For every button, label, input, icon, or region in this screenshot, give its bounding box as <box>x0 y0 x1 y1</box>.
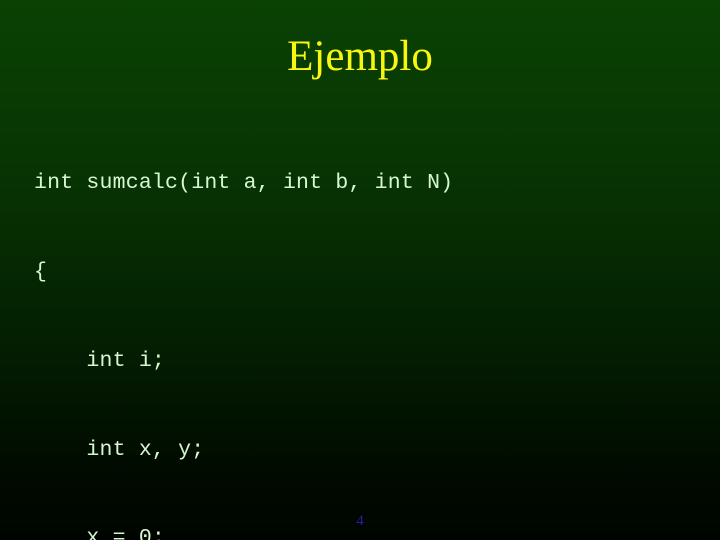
code-listing: int sumcalc(int a, int b, int N) { int i… <box>34 110 694 540</box>
code-line: int i; <box>34 348 166 373</box>
code-line: { <box>34 259 48 284</box>
presentation-slide: Ejemplo int sumcalc(int a, int b, int N)… <box>0 0 720 540</box>
page-title: Ejemplo <box>287 33 433 80</box>
slide-number: 4 <box>356 513 364 529</box>
code-line: int sumcalc(int a, int b, int N) <box>34 171 454 196</box>
code-line: int x, y; <box>34 437 205 462</box>
